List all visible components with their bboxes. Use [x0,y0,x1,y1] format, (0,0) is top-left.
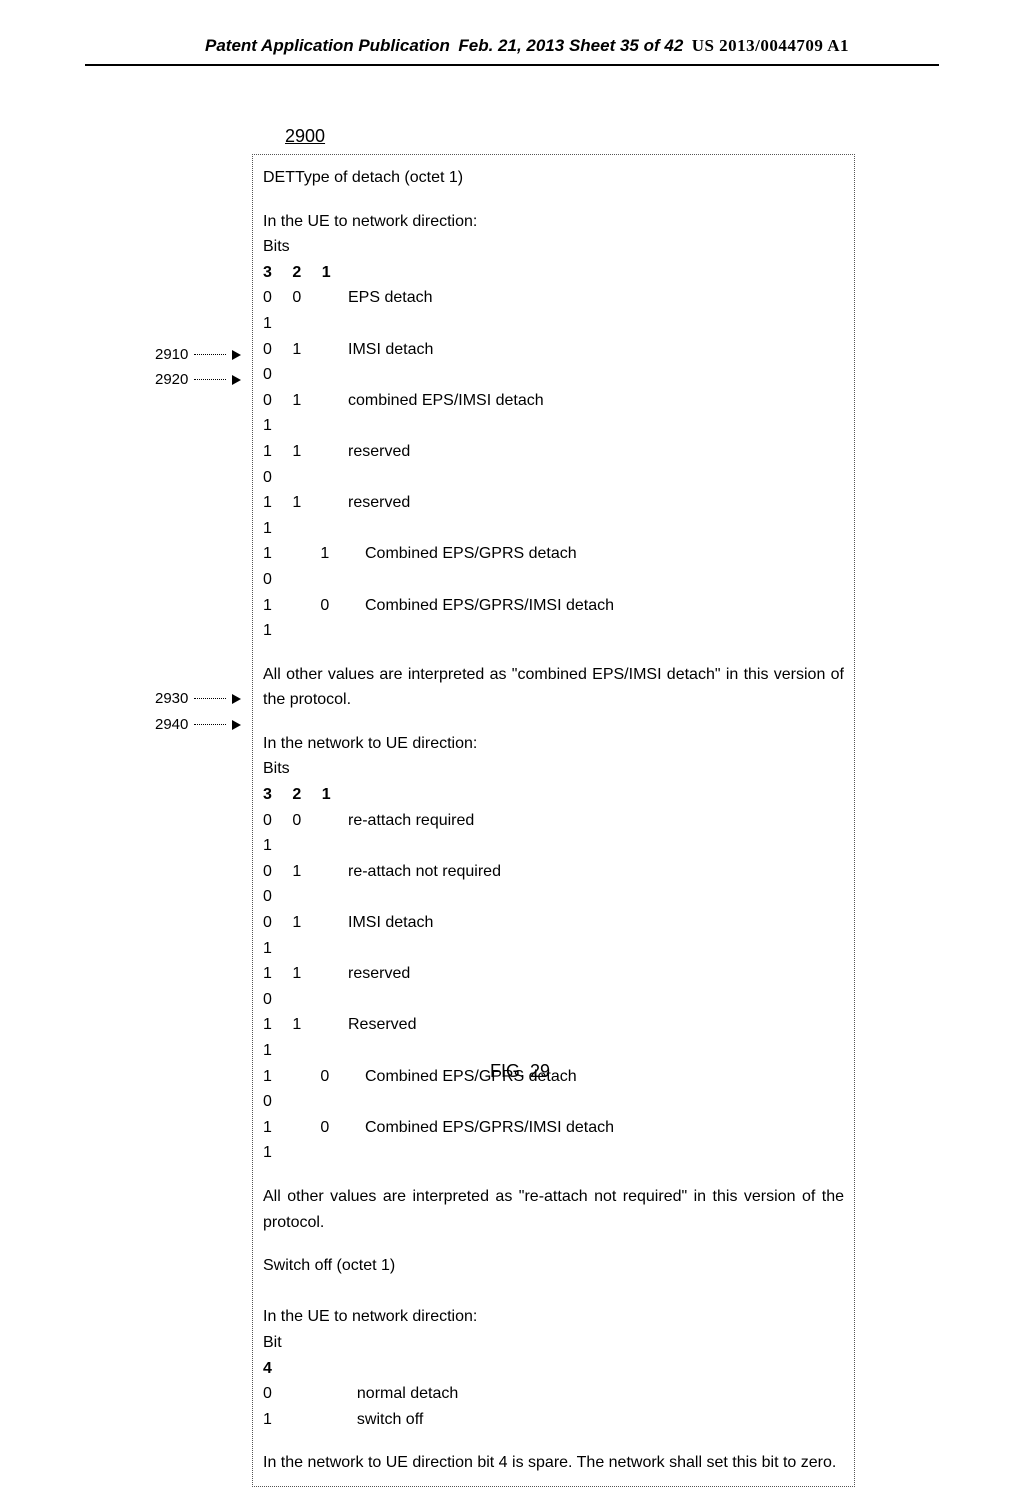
switch-off-title: Switch off (octet 1) [263,1253,844,1279]
bit4-header: 4 [263,1356,844,1382]
callout-2920: 2920 [155,371,241,388]
bits-header: 3 2 1 [263,260,844,286]
box-title: DETType of detach (octet 1) [263,165,844,191]
switch-subtitle: In the UE to network direction: [263,1304,844,1330]
bit-label: Bit [263,1330,844,1356]
header-center: Feb. 21, 2013 Sheet 35 of 42 [458,36,683,56]
ue-to-network-subtitle: In the UE to network direction: [263,209,844,235]
arrow-icon [232,375,241,385]
net-note: All other values are interpreted as "re-… [263,1184,844,1235]
callout-2940: 2940 [155,716,241,733]
final-note: In the network to UE direction bit 4 is … [263,1450,844,1476]
table-row-new: 1 0 0Combined EPS/GPRS detach [263,1064,844,1115]
table-row: 0 0 1EPS detach [263,285,844,336]
arrow-icon [232,350,241,360]
table-row: 1 1 1reserved [263,490,844,541]
table-row: 0normal detach [263,1381,844,1407]
callout-2910: 2910 [155,346,241,363]
leader-line [194,379,226,380]
bits-label: Bits [263,756,844,782]
arrow-icon [232,694,241,704]
bits-label: Bits [263,234,844,260]
table-row: 1 1 0reserved [263,439,844,490]
table-row: 0 1 0re-attach not required [263,859,844,910]
leader-line [194,724,226,725]
leader-line [194,354,226,355]
page-header: Patent Application Publication Feb. 21, … [85,0,939,66]
network-to-ue-subtitle: In the network to UE direction: [263,731,844,757]
table-row: 1switch off [263,1407,844,1433]
header-left: Patent Application Publication [205,36,450,56]
callout-2930: 2930 [155,690,241,707]
arrow-icon [232,720,241,730]
table-row: 0 1 1IMSI detach [263,910,844,961]
table-row: 0 1 0IMSI detach [263,337,844,388]
figure-caption: FIG. 29 [490,1061,550,1082]
header-right: US 2013/0044709 A1 [692,36,849,56]
table-row: 0 0 1re-attach required [263,808,844,859]
figure-number: 2900 [285,126,325,147]
table-row-new: 1 0 1Combined EPS/GPRS/IMSI detach [263,593,844,644]
bits-header: 3 2 1 [263,782,844,808]
ue-note: All other values are interpreted as "com… [263,662,844,713]
table-row: 0 1 1combined EPS/IMSI detach [263,388,844,439]
leader-line [194,698,226,699]
table-row: 1 1 0reserved [263,961,844,1012]
table-row: 1 1 1Reserved [263,1012,844,1063]
detach-type-box: DETType of detach (octet 1) In the UE to… [252,154,855,1487]
table-row-new: 1 1 0Combined EPS/GPRS detach [263,541,844,592]
table-row-new: 1 0 1Combined EPS/GPRS/IMSI detach [263,1115,844,1166]
